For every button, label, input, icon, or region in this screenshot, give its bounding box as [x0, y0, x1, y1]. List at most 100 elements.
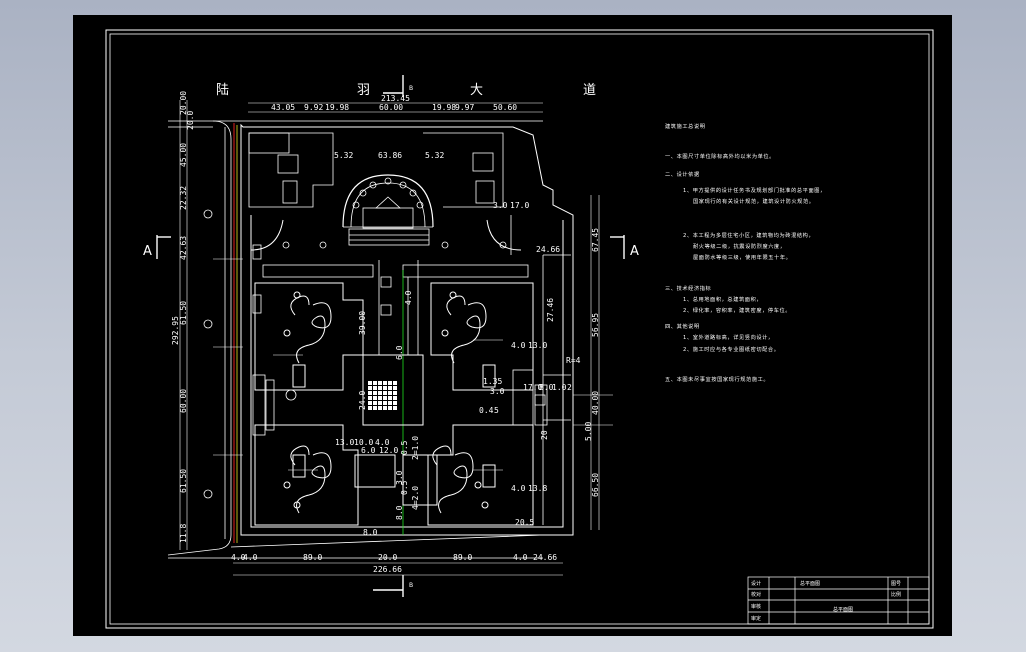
- dim-top-7: 50.60: [493, 103, 517, 112]
- dim-right-5: 66.50: [591, 473, 600, 497]
- dim-inner-right-18: 13.8: [528, 484, 547, 493]
- plaza-tile: [373, 396, 377, 400]
- dim-center-6: 6.0: [361, 446, 376, 455]
- plaza-tile: [368, 391, 372, 395]
- plaza-tile: [378, 406, 382, 410]
- drawing-svg: 陆 羽 大 道 B B A A 213.45 43.05 9.92 19.98 …: [105, 29, 934, 629]
- dim-inner-right-15: 5: [494, 406, 499, 415]
- dim-inner-right-5: 4.0: [511, 341, 526, 350]
- dim-center-14: 6.0: [395, 345, 404, 360]
- plaza-tile: [378, 391, 382, 395]
- notes-line-5: 2、本工程为多层住宅小区，建筑物均为砖混结构，: [683, 231, 814, 239]
- plaza-tile: [393, 406, 397, 410]
- dim-inner-right-1: 3.0: [493, 201, 508, 210]
- notes-title: 建筑施工总说明: [665, 122, 706, 130]
- dim-bottom-4: 20.0: [378, 553, 397, 562]
- plaza-tile: [393, 386, 397, 390]
- cad-drawing-canvas[interactable]: 陆 羽 大 道 B B A A 213.45 43.05 9.92 19.98 …: [73, 15, 952, 636]
- dim-inner-right-9: 3.0: [490, 387, 505, 396]
- plaza-tile: [378, 396, 382, 400]
- dim-inner-right-16: 20: [540, 430, 549, 440]
- road-char-1: 陆: [216, 82, 229, 98]
- dim-left-4: 22.32: [179, 186, 188, 210]
- section-b-top-label: B: [409, 85, 413, 92]
- dim-right-4: 5.00: [584, 422, 593, 441]
- plaza-tile: [368, 406, 372, 410]
- section-a-right-label: A: [630, 244, 639, 259]
- notes-line-14: 五、本图未尽事宜按国家现行规范施工。: [665, 375, 769, 383]
- dim-inner-right-19: 20.5: [515, 518, 534, 527]
- plaza-tile: [393, 381, 397, 385]
- dim-bottom-2: 4.0: [243, 553, 258, 562]
- plaza-tile: [373, 401, 377, 405]
- dim-left-3: 45.00: [179, 143, 188, 167]
- dim-inner-right-12: 1.0: [552, 383, 567, 392]
- plaza-tile: [368, 386, 372, 390]
- dim-bottom-7: 24.66: [533, 553, 557, 562]
- plaza-tile: [378, 401, 382, 405]
- plaza-tile: [383, 391, 387, 395]
- notes-line-1: 一、本图尺寸单位除标高外均以米为单位。: [665, 152, 775, 160]
- plaza-tile: [373, 381, 377, 385]
- dim-left-8: 61.50: [179, 469, 188, 493]
- plaza-tile: [368, 381, 372, 385]
- plaza-tile: [383, 386, 387, 390]
- notes-line-6: 耐火等级二级，抗震设防烈度六度，: [693, 242, 786, 250]
- tb-row1-col1: 设计: [751, 580, 761, 587]
- dim-center-2: 24.0: [358, 391, 367, 410]
- plaza-tile: [383, 396, 387, 400]
- dim-bottom-total: 226.66: [373, 565, 402, 574]
- fountain-arc-dots: [352, 177, 424, 209]
- dim-top-3: 19.98: [325, 103, 349, 112]
- dim-top-5: 19.98: [432, 103, 456, 112]
- dim-top-6: 9.97: [455, 103, 474, 112]
- plaza-tile: [393, 401, 397, 405]
- notes-line-9: 1、总用地面积，总建筑面积，: [683, 295, 762, 303]
- tb-row2-col6: 比例: [891, 591, 901, 598]
- section-b-bottom-label: B: [409, 582, 413, 589]
- road-char-3: 大: [470, 83, 483, 98]
- design-notes: 建筑施工总说明 一、本图尺寸单位除标高外均以米为单位。 二、设计依据 1、甲方提…: [665, 122, 826, 383]
- dim-inner-right-8: 1.35: [483, 377, 502, 386]
- notes-line-3: 1、甲方提供的设计任务书及规划部门批准的总平面图，: [683, 186, 826, 194]
- plaza-tile: [388, 386, 392, 390]
- dim-left-9: 11.8: [179, 524, 188, 543]
- notes-line-7: 屋面防水等级三级，使用年限五十年。: [693, 253, 791, 261]
- plaza-tile: [378, 386, 382, 390]
- dim-right-2: 56.95: [591, 313, 600, 337]
- dim-inner-top-2: 63.86: [378, 151, 402, 160]
- notes-line-8: 三、技术经济指标: [665, 284, 711, 292]
- tb-sheet-label: 总平面图: [833, 606, 853, 613]
- dim-center-11: 4=2.0: [411, 486, 420, 510]
- dim-bottom-5: 89.0: [453, 553, 472, 562]
- dim-inner-right-13: 2: [567, 383, 572, 392]
- plaza-tile: [368, 396, 372, 400]
- plaza-tile: [373, 391, 377, 395]
- dim-left-total: 292.95: [171, 316, 180, 345]
- tb-row3-col1: 审核: [751, 603, 761, 610]
- dim-left-2: 20.0: [186, 111, 195, 130]
- title-block-text: 设计 总平面图 图号 校对 比例 审核 审定 总平面图: [751, 580, 901, 622]
- tb-row1-col3: 总平面图: [800, 580, 820, 587]
- dim-inner-right-6: 13.0: [528, 341, 547, 350]
- plaza-grid: [368, 381, 397, 410]
- dim-inner-top-1: 5.32: [334, 151, 353, 160]
- plaza-tile: [388, 391, 392, 395]
- dim-bottom-3: 89.0: [303, 553, 322, 562]
- dim-inner-right-20: 8.0: [363, 528, 378, 537]
- dim-top-2: 9.92: [304, 103, 323, 112]
- dim-inner-top-3: 5.32: [425, 151, 444, 160]
- dim-top-total: 213.45: [381, 94, 410, 103]
- title-block: [747, 576, 930, 625]
- section-mark-a-left: A: [143, 235, 171, 259]
- plaza-tile: [368, 401, 372, 405]
- plaza-tile: [388, 401, 392, 405]
- center-structures: [292, 354, 496, 506]
- dim-left-6: 61.50: [179, 301, 188, 325]
- section-a-left-label: A: [143, 244, 152, 259]
- notes-line-11: 四、其他说明: [665, 322, 700, 330]
- dimension-lines: [179, 100, 600, 576]
- dim-inner-right-14: 0.4: [479, 406, 494, 415]
- dim-inner-right-2: 17.0: [510, 201, 529, 210]
- notes-line-2: 二、设计依据: [665, 170, 700, 178]
